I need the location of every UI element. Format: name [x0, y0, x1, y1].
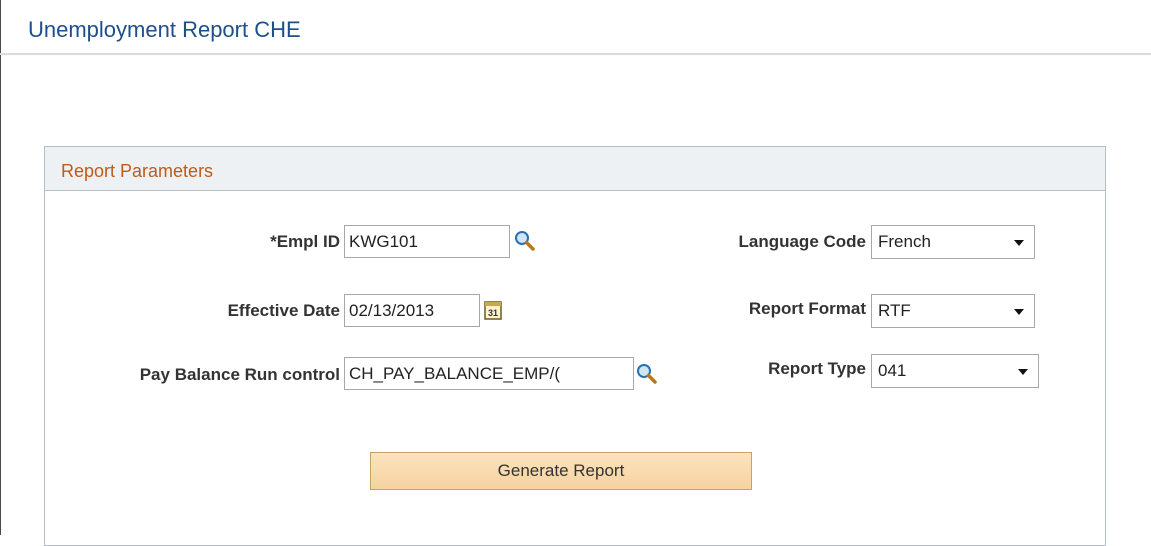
effective-date-input[interactable]: 02/13/2013	[344, 294, 480, 327]
language-code-select[interactable]: French	[871, 225, 1035, 259]
report-format-label: Report Format	[748, 299, 866, 318]
svg-text:31: 31	[488, 308, 498, 318]
page-title: Unemployment Report CHE	[28, 17, 301, 42]
language-code-value: French	[878, 232, 931, 251]
report-format-select[interactable]: RTF	[871, 294, 1035, 328]
language-code-label: Language Code	[738, 232, 866, 251]
empl-id-label: *Empl ID	[270, 232, 340, 251]
calendar-icon[interactable]: 31	[484, 300, 502, 320]
empl-id-input[interactable]: KWG101	[344, 225, 510, 258]
report-format-value: RTF	[878, 301, 911, 320]
title-divider	[0, 53, 1151, 55]
chevron-down-icon	[1014, 240, 1024, 246]
empl-id-lookup-icon[interactable]	[514, 230, 536, 252]
report-type-value: 041	[878, 361, 907, 380]
pay-balance-run-control-label: Pay Balance Run control	[139, 365, 340, 384]
panel-title: Report Parameters	[61, 161, 214, 181]
report-type-select[interactable]: 041	[871, 354, 1039, 388]
generate-report-button[interactable]: Generate Report	[370, 452, 752, 490]
chevron-down-icon	[1014, 309, 1024, 315]
left-border	[0, 0, 1, 535]
chevron-down-icon	[1018, 369, 1028, 375]
pay-balance-run-control-input[interactable]: CH_PAY_BALANCE_EMP/(	[344, 357, 634, 390]
report-type-label: Report Type	[768, 359, 866, 378]
effective-date-label: Effective Date	[227, 301, 340, 320]
